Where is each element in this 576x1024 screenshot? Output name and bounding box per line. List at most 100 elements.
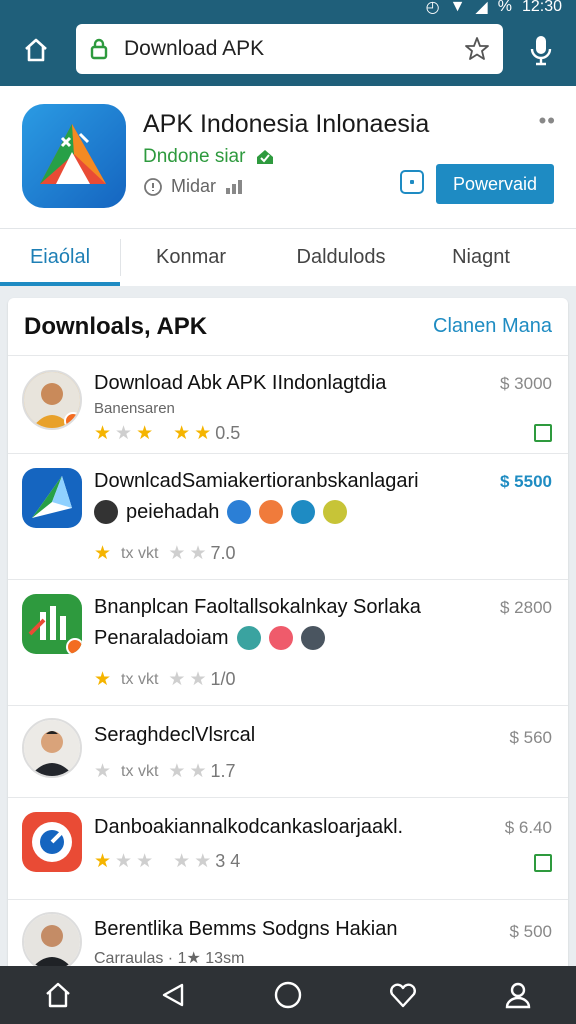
- home-button[interactable]: [18, 32, 54, 68]
- avatar: [22, 370, 82, 430]
- more-options-icon[interactable]: ••: [539, 108, 556, 134]
- item-price: $ 560: [509, 728, 552, 747]
- app-icon: [22, 594, 82, 654]
- rating-label: tx vkt: [121, 544, 159, 562]
- item-rating: ★ tx vkt ★ ★ 1.7: [94, 760, 236, 783]
- install-icon[interactable]: [534, 854, 552, 872]
- list-item[interactable]: Download Abk APK IIndonlagtdia Banensare…: [8, 356, 568, 454]
- star-icon: ★: [94, 761, 112, 782]
- emoji-icon: [227, 500, 252, 524]
- rating-value: 1/0: [210, 669, 236, 689]
- list-item[interactable]: Danboakiannalkodcankasloarjaakl. ★ ★ ★ ★…: [8, 798, 568, 900]
- nav-profile-icon[interactable]: [494, 971, 542, 1019]
- star-icon: ★: [136, 423, 154, 444]
- star-icon: ★: [115, 851, 133, 872]
- star-icon: ★: [94, 423, 112, 444]
- emoji-icon: [291, 500, 316, 524]
- star-icon: ★: [173, 423, 191, 444]
- app-header-card: APK Indonesia Inlonaesia Dndone siar Mid…: [0, 86, 576, 228]
- item-title: Danboakiannalkodcankasloarjaakl.: [94, 816, 404, 838]
- list-action-link[interactable]: Clanen Mana: [433, 315, 552, 338]
- item-price: $ 5500: [500, 472, 552, 491]
- emoji-icon: [323, 500, 348, 524]
- downloads-list-card: Downloals, APK Clanen Mana Download Abk …: [8, 298, 568, 978]
- item-subtitle: peiehadah: [126, 500, 220, 523]
- nav-heart-icon[interactable]: [379, 971, 427, 1019]
- item-subtitle: Penaraladoiam: [94, 626, 229, 649]
- install-later-icon[interactable]: [400, 170, 424, 194]
- list-heading: Downloals, APK: [24, 312, 208, 340]
- star-icon: ★: [168, 669, 186, 690]
- lock-icon: [90, 38, 108, 60]
- star-icon: ★: [115, 423, 133, 444]
- nav-home-icon[interactable]: [34, 971, 82, 1019]
- star-icon: ★: [194, 423, 212, 444]
- tab-0[interactable]: Eiaólal: [0, 229, 120, 286]
- alarm-icon: ◴: [425, 0, 440, 16]
- rating-value: 3 4: [215, 851, 241, 871]
- url-text: Download APK: [124, 37, 265, 60]
- app-icon: [22, 812, 82, 872]
- bookmark-star-icon[interactable]: [463, 35, 491, 63]
- star-icon: ★: [189, 543, 207, 564]
- app-developer[interactable]: Dndone siar: [143, 146, 275, 168]
- avatar: [22, 912, 82, 972]
- download-button[interactable]: Powervaid: [436, 164, 554, 204]
- item-price: $ 6.40: [504, 818, 552, 837]
- signal-bars-icon: [226, 179, 243, 194]
- install-icon[interactable]: [534, 424, 552, 442]
- app-icon: [22, 468, 82, 528]
- list-item[interactable]: Bnanplcan Faoltallsokalnkay Sorlaka Pena…: [8, 580, 568, 706]
- item-subtitle: Banensaren: [94, 400, 175, 417]
- star-icon: ★: [168, 761, 186, 782]
- rating-value: 1.7: [210, 761, 236, 781]
- item-rating: ★ tx vkt ★ ★ 7.0: [94, 542, 236, 565]
- star-icon: ★: [189, 761, 207, 782]
- item-title: Bnanplcan Faoltallsokalnkay Sorlaka: [94, 596, 421, 618]
- address-bar[interactable]: Download APK: [76, 24, 503, 74]
- badge-icon: [64, 412, 80, 428]
- star-icon: ★: [189, 669, 207, 690]
- list-item[interactable]: DownlcadSamiakertioranbskanlagari peieha…: [8, 454, 568, 580]
- item-rating: ★ tx vkt ★ ★ 1/0: [94, 668, 236, 691]
- tab-1[interactable]: Konmar: [121, 229, 261, 286]
- battery-icon: %: [497, 0, 512, 15]
- emoji-icon: [94, 500, 118, 524]
- emoji-icon: [268, 626, 293, 650]
- voice-search-button[interactable]: [522, 30, 560, 70]
- rating-value: 7.0: [210, 543, 236, 563]
- status-time: 12:30: [521, 0, 562, 15]
- item-title: SeraghdeclVlsrcal: [94, 724, 256, 746]
- developer-name: Dndone siar: [143, 146, 246, 167]
- star-icon: ★: [94, 851, 112, 872]
- item-subtitle: Carraulas · 1★ 13sm: [94, 950, 245, 967]
- emoji-icon: [300, 626, 325, 650]
- item-tags: peiehadah: [94, 500, 348, 524]
- bottom-nav: [0, 966, 576, 1024]
- verified-badge-icon: [257, 150, 274, 164]
- rating-label: tx vkt: [121, 670, 159, 688]
- app-meta-label: Midar: [171, 176, 217, 196]
- avatar: [22, 718, 82, 778]
- nav-circle-home-icon[interactable]: [264, 971, 312, 1019]
- tab-3[interactable]: Niagnt: [421, 229, 541, 286]
- app-meta: Midar: [143, 176, 246, 197]
- signal-icon: ◢: [475, 0, 488, 16]
- item-title: Download Abk APK IIndonlagtdia: [94, 372, 387, 394]
- item-rating: ★ ★ ★ ★ ★ 3 4: [94, 850, 240, 873]
- star-icon: ★: [194, 851, 212, 872]
- status-bar: ◴ ▼ ◢ % 12:30: [0, 0, 576, 16]
- badge-icon: [66, 638, 82, 654]
- info-icon: [144, 177, 162, 196]
- item-tags: Penaraladoiam: [94, 626, 325, 650]
- rating-value: 0.5: [215, 423, 241, 443]
- nav-back-icon[interactable]: [149, 971, 197, 1019]
- list-item[interactable]: SeraghdeclVlsrcal ★ tx vkt ★ ★ 1.7 $ 560: [8, 706, 568, 798]
- app-logo-icon: [22, 104, 126, 208]
- microphone-icon: [530, 36, 552, 66]
- star-icon: ★: [94, 543, 112, 564]
- item-title: Berentlika Bemms Sodgns Hakian: [94, 918, 398, 940]
- tab-2[interactable]: Daldulods: [261, 229, 421, 286]
- app-title: APK Indonesia Inlonaesia: [143, 110, 430, 138]
- item-rating: ★ ★ ★ ★ ★ 0.5: [94, 422, 240, 445]
